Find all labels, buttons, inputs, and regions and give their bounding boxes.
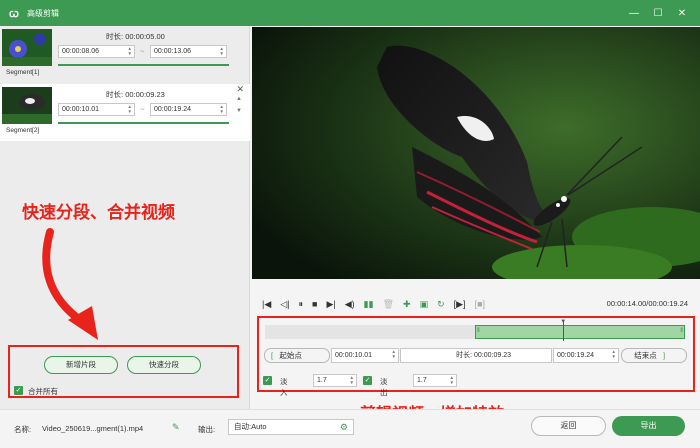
spinner-icon[interactable]: ▲ ▼ [392,349,396,359]
fade-in-label: 淡入 [280,377,288,397]
fade-in-input[interactable]: 1.7 ▲ ▼ [313,374,357,387]
copy-icon[interactable]: ▣ [420,299,429,310]
move-up-icon[interactable]: ▲ [236,96,242,102]
cut-start-input[interactable]: 00:00:10.01 ▲ ▼ [331,348,399,363]
maximize-icon[interactable]: ☐ [646,8,670,19]
segment-label: Segment[2] [6,127,40,134]
window-title: 高级剪辑 [27,8,59,18]
output-select[interactable]: 自动:Auto ⚙ [228,419,354,435]
segment-progress [58,122,229,124]
set-start-button[interactable]: [ 起始点 [264,348,330,363]
range-separator: ~ [140,105,145,114]
segment-item[interactable]: Segment[1] 时长: 00:00:05.00 00:00:08.06 ▲ ▼… [0,26,250,83]
volume-icon[interactable]: ◀) [345,299,355,310]
spinner-icon[interactable]: ▲ ▼ [350,375,354,385]
step-forward-icon[interactable]: ▶| [326,299,335,310]
spinner-icon[interactable]: ▲ ▼ [128,46,132,56]
delete-icon[interactable]: 🗑 [383,299,394,310]
stop-icon[interactable]: ■ [312,299,317,309]
export-button[interactable]: 导出 [612,416,685,436]
video-preview[interactable] [252,27,700,279]
back-button[interactable]: 返回 [531,416,606,436]
quick-split-button[interactable]: 快速分段 [127,356,201,374]
fade-out-input[interactable]: 1.7 ▲ ▼ [413,374,457,387]
close-icon[interactable]: ✕ [236,84,244,95]
refresh-icon[interactable]: ↻ [437,299,445,310]
segment-label: Segment[1] [6,69,40,76]
segment-progress [58,64,229,66]
segment-duration: 时长: 00:00:09.23 [106,90,165,99]
title-bar: ꞷ 高级剪辑 — ☐ ✕ [0,0,700,26]
move-down-icon[interactable]: ▼ [236,108,242,114]
cut-controls: [ 起始点 00:00:10.01 ▲ ▼ 时长: 00:00:09.23 00:0… [264,348,688,364]
time-readout: 00:00:14.00/00:00:19.24 [606,299,688,308]
timeline-track[interactable]: ⦀ ⦀ ▼ [265,319,685,341]
cut-duration: 时长: 00:00:09.23 [400,348,552,363]
mark-out-icon[interactable]: [■] [475,299,485,309]
spinner-icon[interactable]: ▲ ▼ [220,104,224,114]
range-start-handle-icon[interactable]: ⦀ [477,328,480,335]
add-icon[interactable]: ✚ [403,299,411,310]
segment-item[interactable]: Segment[2] 时长: 00:00:09.23 00:00:10.01 ▲ ▼… [0,84,250,141]
app-logo-icon: ꞷ [9,7,19,20]
fade-out-label: 淡出 [380,377,388,397]
segment-thumbnail [2,29,52,66]
cut-end-input[interactable]: 00:00:19.24 ▲ ▼ [553,348,619,363]
spinner-icon[interactable]: ▲ ▼ [612,349,616,359]
mark-in-icon[interactable]: [▶] [454,299,466,310]
window-controls: — ☐ ✕ [622,0,694,26]
merge-all-checkbox[interactable]: ✓ [14,386,23,395]
pause-icon[interactable]: ⏸ [299,299,304,310]
close-icon[interactable]: ✕ [670,8,694,19]
split-icon[interactable]: ▮▮ [364,299,374,310]
minimize-icon[interactable]: — [622,8,646,19]
player-controls: |◀ ◁| ⏸ ■ ▶| ◀) ▮▮ 🗑 ✚ ▣ ↻ [▶] [■] 00:00… [252,293,700,315]
merge-all-label: 合并所有 [28,387,58,396]
annotation-arrow-icon [42,228,98,340]
name-label: 名称: [14,425,32,434]
set-end-button[interactable]: 结束点 ] [621,348,687,363]
range-end-handle-icon[interactable]: ⦀ [680,328,683,335]
segment-thumbnail [2,87,52,124]
step-back-icon[interactable]: ◁| [280,299,289,310]
prev-icon[interactable]: |◀ [262,299,271,310]
spinner-icon[interactable]: ▲ ▼ [450,375,454,385]
file-name: Video_250619...gment(1).mp4 [42,424,144,433]
bottom-bar: 名称: Video_250619...gment(1).mp4 ✎ 输出: 自动… [0,409,700,448]
range-separator: ~ [140,47,145,56]
spinner-icon[interactable]: ▲ ▼ [128,104,132,114]
fade-out-checkbox[interactable]: ✓ [363,376,372,385]
edit-name-icon[interactable]: ✎ [172,422,180,433]
segment-end-input[interactable]: 00:00:19.24 ▲ ▼ [150,103,227,116]
playhead-marker-icon[interactable]: ▼ [560,319,566,325]
segment-end-input[interactable]: 00:00:13.06 ▲ ▼ [150,45,227,58]
segment-start-input[interactable]: 00:00:08.06 ▲ ▼ [58,45,135,58]
gear-icon[interactable]: ⚙ [340,420,348,434]
annotation-split-merge: 快速分段、合并视频 [22,203,175,223]
spinner-icon[interactable]: ▲ ▼ [220,46,224,56]
add-segment-button[interactable]: 新增片段 [44,356,118,374]
segment-duration: 时长: 00:00:05.00 [106,32,165,41]
selected-range[interactable]: ⦀ ⦀ [475,325,685,339]
output-label: 输出: [198,425,216,434]
segment-start-input[interactable]: 00:00:10.01 ▲ ▼ [58,103,135,116]
fade-in-checkbox[interactable]: ✓ [263,376,272,385]
